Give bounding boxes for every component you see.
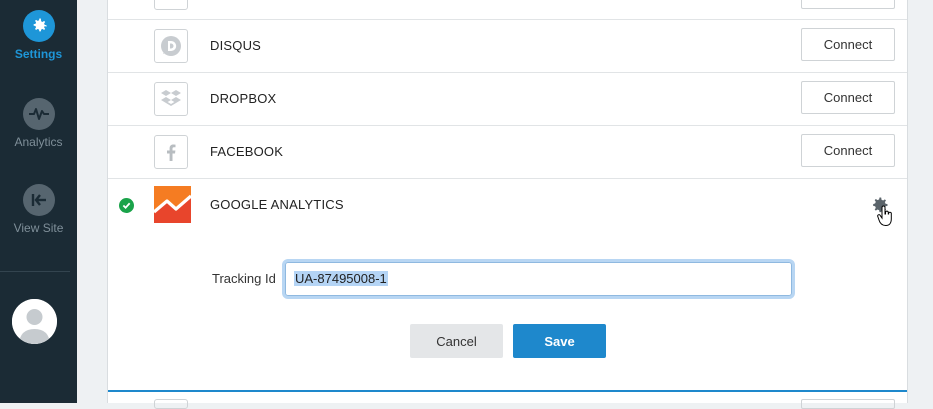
service-logo — [154, 0, 188, 10]
sidebar-item-label: Settings — [14, 47, 63, 61]
google-analytics-icon — [154, 186, 191, 223]
sidebar-item-analytics[interactable]: Analytics — [0, 98, 77, 149]
user-avatar-icon[interactable] — [12, 299, 57, 344]
service-name: GOOGLE ANALYTICS — [210, 197, 344, 212]
connect-button[interactable] — [801, 399, 895, 409]
integrations-panel: DISQUS Connect DROPBOX Connect FACEBOOK … — [107, 0, 908, 409]
list-item-dropbox: DROPBOX Connect — [108, 72, 907, 126]
gear-icon — [22, 10, 55, 42]
connect-button[interactable]: Connect — [801, 81, 895, 114]
tracking-id-label: Tracking Id — [212, 271, 276, 286]
tracking-id-value[interactable]: UA-87495008-1 — [294, 271, 388, 286]
disqus-icon — [154, 29, 188, 63]
exit-arrow-icon — [22, 184, 55, 216]
hand-cursor-icon — [877, 205, 892, 227]
sidebar-item-settings[interactable]: Settings — [0, 10, 77, 61]
connect-button[interactable] — [801, 0, 895, 9]
sidebar-divider — [0, 271, 70, 272]
connect-button[interactable]: Connect — [801, 28, 895, 61]
cancel-button[interactable]: Cancel — [410, 324, 503, 358]
sidebar-item-label: View Site — [13, 221, 64, 235]
list-item-google-analytics: GOOGLE ANALYTICS Tracking Id UA-87495008… — [108, 178, 907, 390]
section-divider — [108, 390, 907, 392]
check-circle-icon — [119, 198, 134, 213]
save-button[interactable]: Save — [513, 324, 606, 358]
sidebar-item-label: Analytics — [14, 135, 63, 149]
list-item — [108, 0, 907, 20]
facebook-icon — [154, 135, 188, 169]
service-name: DROPBOX — [210, 91, 277, 106]
sidebar: Settings Analytics View Site — [0, 0, 77, 403]
connect-button[interactable]: Connect — [801, 134, 895, 167]
dropbox-icon — [154, 82, 188, 116]
list-item-facebook: FACEBOOK Connect — [108, 125, 907, 179]
service-name: DISQUS — [210, 38, 262, 53]
list-item-disqus: DISQUS Connect — [108, 19, 907, 73]
service-name: FACEBOOK — [210, 144, 284, 159]
sidebar-item-view-site[interactable]: View Site — [0, 184, 77, 235]
service-logo — [154, 399, 188, 409]
pulse-icon — [22, 98, 55, 130]
